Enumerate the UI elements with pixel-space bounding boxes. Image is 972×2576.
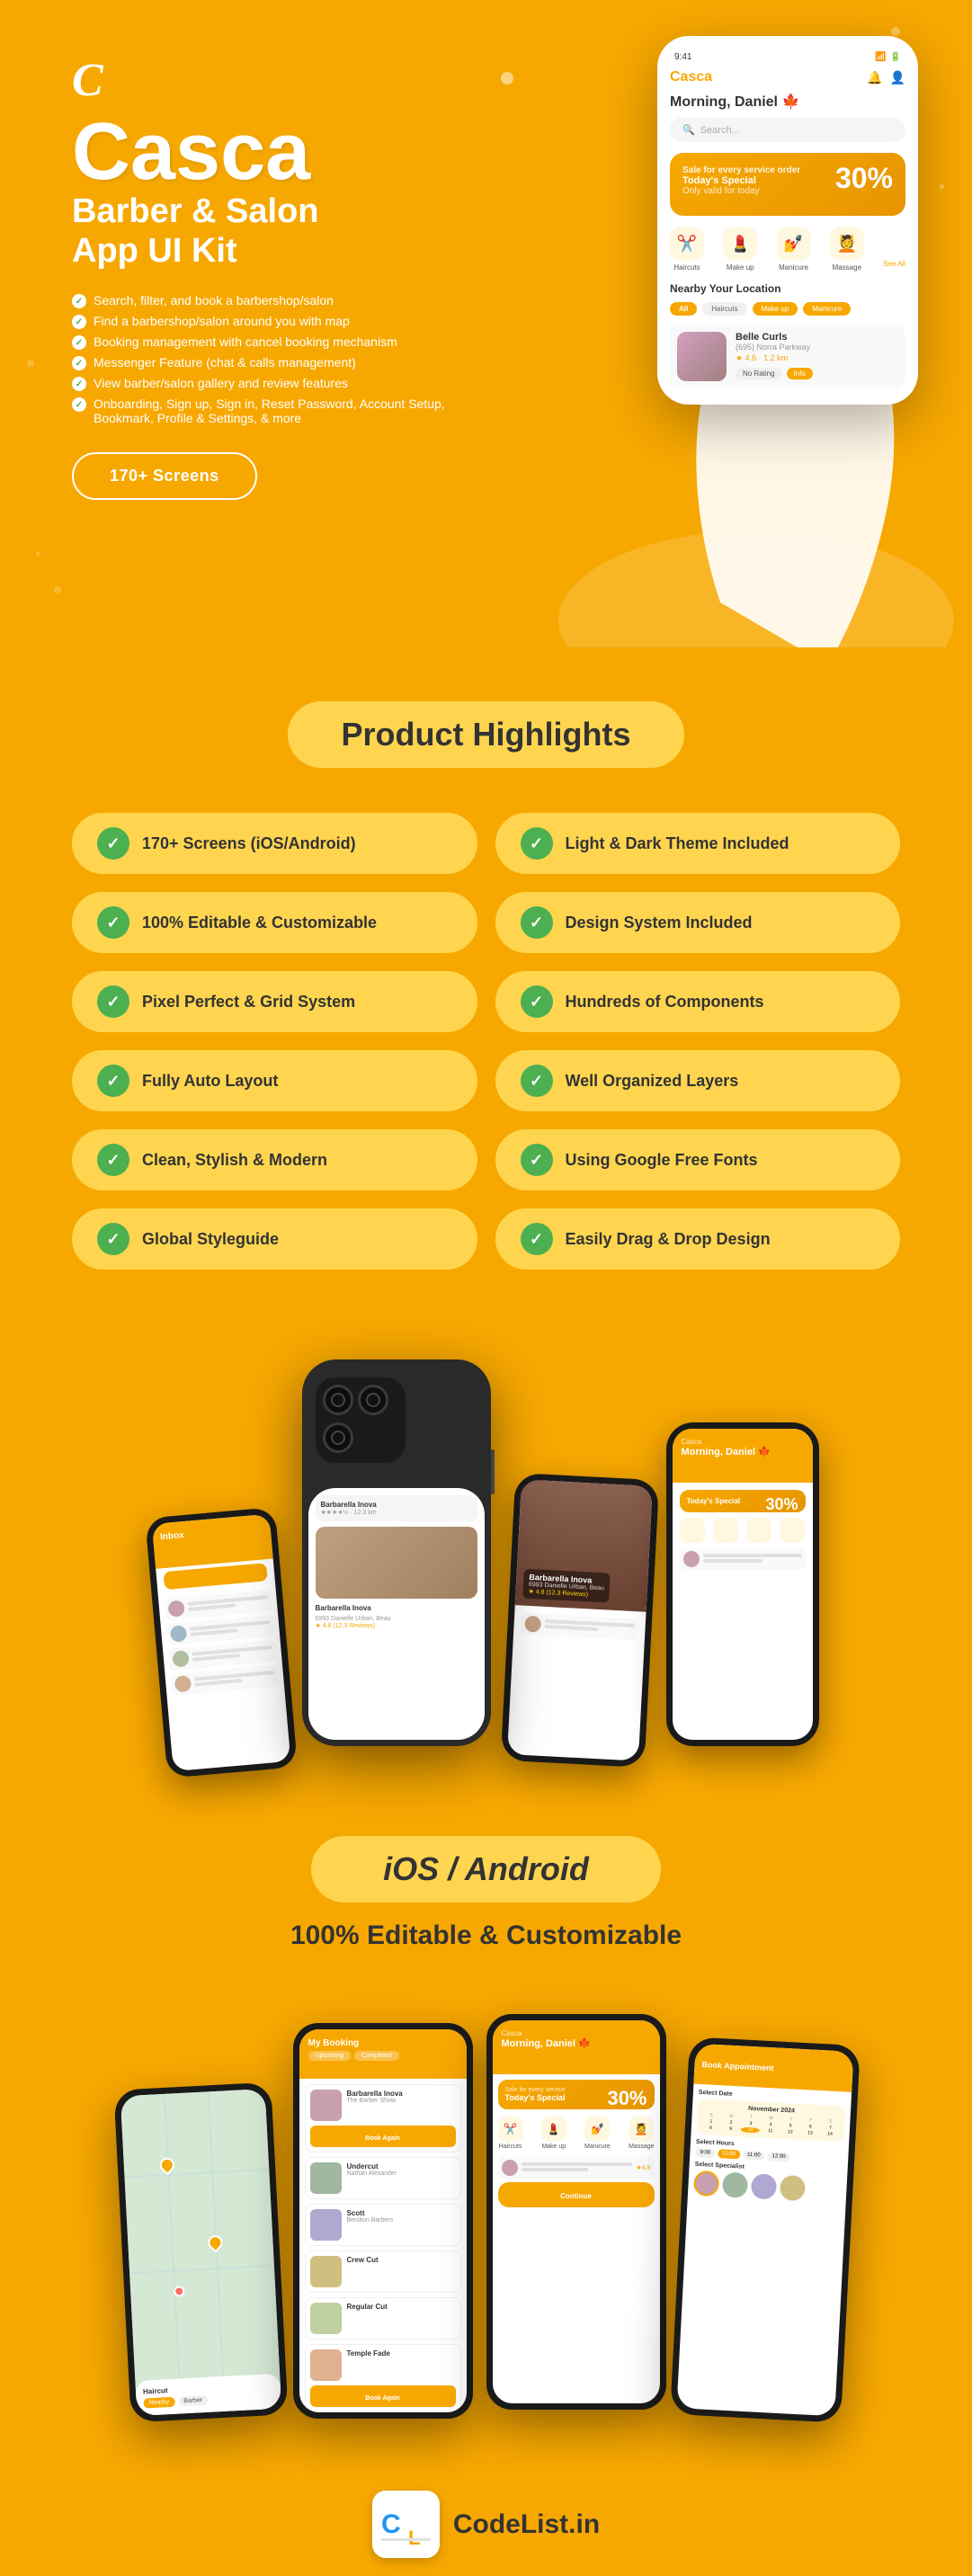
svg-text:L: L <box>408 2527 420 2549</box>
hero-section: C Casca Barber & Salon App UI Kit Search… <box>0 0 972 647</box>
feature-item: Messenger Feature (chat & calls manageme… <box>72 355 486 370</box>
phone-filter-row: All Haircuts Make up Manicure <box>670 302 905 316</box>
decor-dot <box>54 586 61 593</box>
decor-dot <box>501 72 513 85</box>
check-icon: ✓ <box>521 827 553 860</box>
highlight-item: ✓ Design System Included <box>495 892 901 953</box>
highlights-grid: ✓ 170+ Screens (iOS/Android) ✓ Light & D… <box>72 813 900 1270</box>
phone-salon-addr: (695) Norra Parkway <box>736 343 898 352</box>
hero-subtitle: Barber & Salon App UI Kit <box>72 192 504 271</box>
decor-dot <box>27 360 34 367</box>
check-icon: ✓ <box>521 1065 553 1097</box>
showcase-right-phones: Barbarella Inova 6993 Danielle Urban, Be… <box>509 1422 819 1746</box>
phone-salon-card: Belle Curls (695) Norra Parkway ★ 4.6 · … <box>670 325 905 388</box>
check-icon: ✓ <box>521 985 553 1018</box>
showcase-phone-home: Casca Morning, Daniel 🍁 Today's Special … <box>666 1422 819 1746</box>
highlight-item: ✓ Light & Dark Theme Included <box>495 813 901 874</box>
check-icon: ✓ <box>521 906 553 939</box>
highlight-item: ✓ Easily Drag & Drop Design <box>495 1208 901 1270</box>
highlight-item: ✓ Fully Auto Layout <box>72 1050 477 1111</box>
highlight-item: ✓ 170+ Screens (iOS/Android) <box>72 813 477 874</box>
feature-item: Booking management with cancel booking m… <box>72 334 486 350</box>
camera-lens-2 <box>358 1385 388 1415</box>
highlight-item: ✓ Clean, Stylish & Modern <box>72 1129 477 1190</box>
highlight-item: ✓ Using Google Free Fonts <box>495 1129 901 1190</box>
cta-button[interactable]: 170+ Screens <box>72 452 257 500</box>
bottom-phone-booking: My Booking Upcoming Completed Barbarella… <box>293 2023 473 2419</box>
check-icon: ✓ <box>97 906 129 939</box>
camera-lens-1 <box>323 1385 353 1415</box>
check-icon: ✓ <box>521 1223 553 1255</box>
phone-salon-name: Belle Curls <box>736 332 898 343</box>
feature-item: View barber/salon gallery and review fea… <box>72 376 486 391</box>
check-icon: ✓ <box>97 1144 129 1176</box>
phone-greeting: Morning, Daniel 🍁 <box>670 93 905 111</box>
phone-special-card: Sale for every service order Today's Spe… <box>670 153 905 216</box>
hero-phone-section: 9:41 📶 🔋 Casca 🔔 👤 Morning, Daniel 🍁 🔍 <box>540 0 972 647</box>
camera-lens-3 <box>323 1422 353 1453</box>
app-logo-letter: C <box>72 54 504 107</box>
check-icon: ✓ <box>97 1065 129 1097</box>
highlight-item: ✓ 100% Editable & Customizable <box>72 892 477 953</box>
highlight-item: ✓ Well Organized Layers <box>495 1050 901 1111</box>
codelist-logo-svg: C L <box>377 2495 435 2554</box>
showcase-phone-center-dark: Barbarella Inova ★★★★½ · 12.3 km Barbare… <box>302 1359 491 1746</box>
phone-salon-rating: ★ 4.6 · 1.2 km <box>736 353 898 363</box>
check-icon: ✓ <box>97 1223 129 1255</box>
bottom-phone-home2: Casca Morning, Daniel 🍁 Sale for every s… <box>486 2014 666 2410</box>
platform-subtitle: 100% Editable & Customizable <box>72 1921 900 1951</box>
codelist-brand: CodeList.in <box>453 2509 600 2540</box>
phone-nearby-title: Nearby Your Location <box>670 282 905 295</box>
feature-item: Find a barbershop/salon around you with … <box>72 314 486 329</box>
phone-app-name: Casca <box>670 69 712 85</box>
bottom-phone-map: Haircut Nearby Barber <box>113 2082 288 2423</box>
check-icon: ✓ <box>521 1144 553 1176</box>
phones-showcase-section: Inbox <box>0 1324 972 1800</box>
platform-section: iOS / Android 100% Editable & Customizab… <box>0 1800 972 2005</box>
hero-phone-mockup: 9:41 📶 🔋 Casca 🔔 👤 Morning, Daniel 🍁 🔍 <box>657 36 918 405</box>
bottom-phones-showcase: Haircut Nearby Barber My Booking Upcomin… <box>0 2005 972 2473</box>
camera-island <box>316 1377 406 1463</box>
phone-side-button <box>491 1449 495 1494</box>
footer: C L CodeList.in <box>0 2473 972 2576</box>
showcase-center-screen: Barbarella Inova ★★★★½ · 12.3 km Barbare… <box>308 1488 485 1740</box>
check-icon: ✓ <box>97 827 129 860</box>
svg-text:C: C <box>381 2509 401 2539</box>
highlight-item: ✓ Pixel Perfect & Grid System <box>72 971 477 1032</box>
check-icon: ✓ <box>97 985 129 1018</box>
bottom-phone-calendar: Book Appointment Select Date November 20… <box>670 2037 861 2422</box>
phone-search-bar: 🔍 Search... <box>670 118 905 142</box>
showcase-phone-barber: Barbarella Inova 6993 Danielle Urban, Be… <box>500 1473 659 1768</box>
decor-dot <box>891 27 900 36</box>
phone-salon-image <box>677 332 727 381</box>
feature-item: Search, filter, and book a barbershop/sa… <box>72 293 486 308</box>
platform-pill: iOS / Android <box>311 1836 661 1903</box>
phone-discount: 30% <box>835 162 893 195</box>
feature-item: Onboarding, Sign up, Sign in, Reset Pass… <box>72 397 486 425</box>
hero-features-list: Search, filter, and book a barbershop/sa… <box>72 293 486 425</box>
app-title: Casca <box>72 111 504 192</box>
codelist-logo: C L <box>372 2491 440 2558</box>
phone-status-bar: 9:41 📶 🔋 <box>670 52 905 62</box>
section-title: Product Highlights <box>288 701 685 768</box>
highlight-item: ✓ Hundreds of Components <box>495 971 901 1032</box>
highlight-item: ✓ Global Styleguide <box>72 1208 477 1270</box>
phone-categories: ✂️ Haircuts 💄 Make up 💅 Manicure 💆 Massa… <box>670 227 905 272</box>
showcase-phone-inbox: Inbox <box>145 1507 298 1778</box>
phone-app-header: Casca 🔔 👤 <box>670 69 905 85</box>
highlights-section: Product Highlights ✓ 170+ Screens (iOS/A… <box>0 647 972 1324</box>
